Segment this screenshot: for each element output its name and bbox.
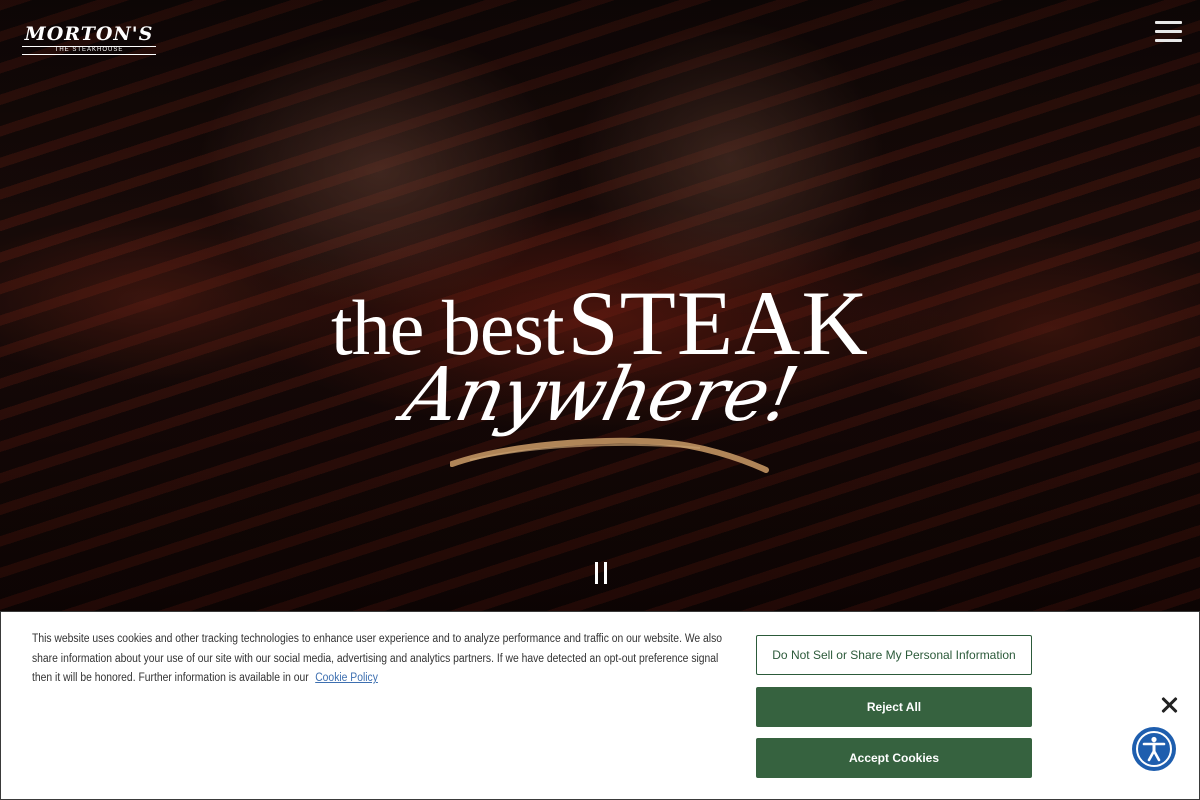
brand-logo[interactable]: MORTON'S THE STEAKHOUSE xyxy=(22,25,156,55)
accessibility-figure-icon xyxy=(1136,731,1172,767)
do-not-sell-button[interactable]: Do Not Sell or Share My Personal Informa… xyxy=(756,635,1032,675)
hero-video: MORTON'S THE STEAKHOUSE the best STEAK A… xyxy=(0,0,1200,612)
cookie-policy-link[interactable]: Cookie Policy xyxy=(315,672,378,684)
hamburger-menu-icon[interactable] xyxy=(1155,21,1182,42)
headline-script: Anywhere! xyxy=(396,352,804,438)
cookie-banner-text: This website uses cookies and other trac… xyxy=(32,630,734,689)
pause-icon[interactable] xyxy=(592,562,610,586)
brush-stroke-decoration xyxy=(450,437,769,473)
logo-tagline: THE STEAKHOUSE xyxy=(22,46,156,55)
reject-all-button[interactable]: Reject All xyxy=(756,687,1032,727)
cookie-banner: This website uses cookies and other trac… xyxy=(0,611,1200,800)
accept-cookies-button[interactable]: Accept Cookies xyxy=(756,738,1032,778)
accessibility-icon[interactable] xyxy=(1132,727,1176,771)
logo-wordmark: MORTON'S xyxy=(24,23,154,45)
close-icon[interactable] xyxy=(1161,696,1178,714)
